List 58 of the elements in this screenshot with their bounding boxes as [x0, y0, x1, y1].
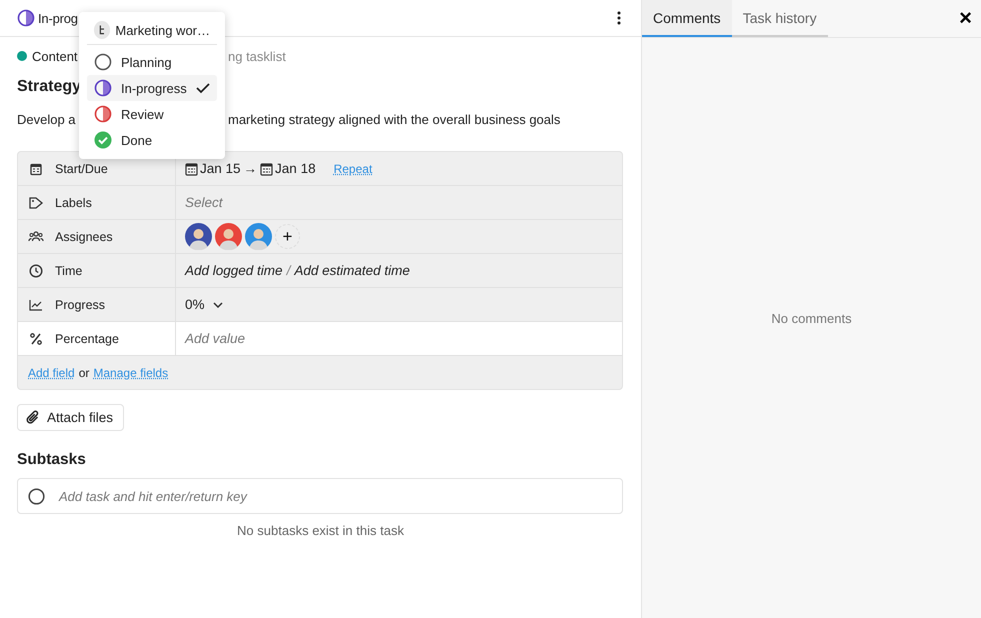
panel-tab[interactable]: Comments: [642, 0, 732, 37]
status-option[interactable]: In-progress: [87, 75, 217, 101]
add-assignee-button[interactable]: +: [275, 224, 300, 249]
start-date[interactable]: Jan 15: [200, 161, 241, 176]
check-circle-icon: [94, 131, 112, 149]
field-label: Progress: [55, 298, 106, 312]
status-option[interactable]: Done: [87, 127, 217, 153]
field-row[interactable]: Percentage Add value: [18, 322, 622, 356]
empty-circle-icon: [28, 488, 45, 504]
half-circle-icon: [17, 9, 35, 27]
calendar-icon: [185, 162, 198, 176]
empty-circle-icon: [94, 53, 112, 71]
breadcrumb-link[interactable]: Content: [32, 48, 78, 64]
field-label: Assignees: [55, 230, 113, 244]
avatar[interactable]: [185, 223, 212, 250]
progress-dropdown[interactable]: 0%: [185, 297, 223, 312]
separator-text: /: [286, 263, 290, 278]
due-date[interactable]: Jan 18: [275, 161, 316, 176]
value-placeholder[interactable]: Select: [185, 195, 223, 210]
field-label: Start/Due: [55, 162, 108, 176]
half-circle-icon: [94, 79, 112, 97]
clock-icon: [28, 262, 44, 278]
arrow-text: →: [244, 161, 258, 176]
more-icon: [617, 11, 621, 25]
add-subtask-field[interactable]: Add task and hit enter/return key: [17, 478, 623, 514]
section-heading: Subtasks: [17, 451, 87, 469]
paperclip-icon: [26, 410, 40, 425]
status-option[interactable]: Planning: [87, 49, 217, 75]
field-row[interactable]: Assignees +: [18, 220, 622, 254]
status-label[interactable]: In-prog: [38, 10, 78, 26]
field-label: Percentage: [55, 332, 119, 346]
breadcrumb-link[interactable]: ng tasklist: [228, 48, 286, 64]
avatar[interactable]: [215, 223, 242, 250]
chevron-down-icon: [212, 302, 223, 308]
status-option[interactable]: Review: [87, 101, 217, 127]
attach-files-button[interactable]: Attach files: [17, 404, 124, 431]
workflow-name: Marketing wor…: [115, 22, 210, 38]
calendar-icon: [260, 162, 274, 176]
description-text: marketing strategy aligned with the overall business goals: [228, 112, 560, 129]
logged-time-link[interactable]: Add logged time: [185, 263, 283, 278]
description-text: Develop a: [17, 112, 76, 129]
field-row[interactable]: Labels Select: [18, 186, 622, 220]
half-circle-icon: [94, 105, 112, 123]
or-text: or: [78, 366, 90, 380]
field-label: Time: [55, 264, 82, 278]
avatar[interactable]: [245, 223, 272, 250]
empty-message: No comments: [771, 310, 852, 326]
empty-message: No subtasks exist in this task: [237, 523, 404, 538]
task-title: Strategy: [17, 78, 82, 97]
close-button[interactable]: ×: [956, 0, 975, 35]
panel-tab[interactable]: Task history: [732, 0, 828, 37]
estimated-time-link[interactable]: Add estimated time: [294, 263, 410, 278]
check-icon: [196, 82, 210, 94]
value-placeholder[interactable]: Add value: [185, 331, 246, 346]
field-label: Labels: [55, 196, 92, 210]
field-row[interactable]: Time Add logged time / Add estimated time: [18, 254, 622, 288]
tag-icon: [28, 194, 44, 210]
percent-icon: [28, 330, 44, 346]
